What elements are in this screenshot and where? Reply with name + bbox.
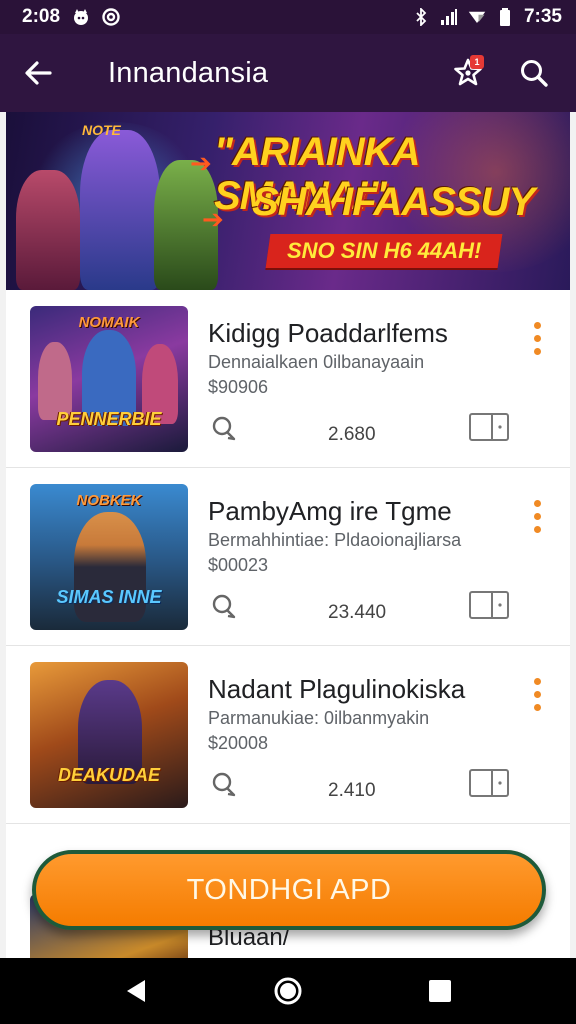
game-subtitle: Parmanukiae: 0ilbanmyakin <box>208 708 430 728</box>
app-title: Innandansia <box>108 56 269 89</box>
comment-icon[interactable] <box>210 592 238 620</box>
game-list: NOMAIK PENNERBIE Kidigg Poaddarlfems Den… <box>6 290 570 824</box>
status-time-left: 2:08 <box>22 6 61 27</box>
nav-home-button[interactable] <box>264 967 312 1015</box>
install-app-button-label: TONDHGI APD <box>186 873 392 906</box>
home-circle-icon <box>274 977 302 1005</box>
device-icon[interactable] <box>468 766 512 798</box>
list-item[interactable]: NOMAIK PENNERBIE Kidigg Poaddarlfems Den… <box>6 290 570 468</box>
more-menu-icon[interactable] <box>520 320 554 360</box>
comment-icon[interactable] <box>210 414 238 442</box>
back-arrow-icon <box>25 61 52 85</box>
recents-square-icon <box>429 980 451 1002</box>
game-thumbnail: NOBKEK SIMAS INNE <box>30 484 188 630</box>
back-triangle-icon <box>127 980 145 1002</box>
device-icon[interactable] <box>468 410 512 442</box>
device-icon[interactable] <box>468 588 512 620</box>
thumbnail-top-text: NOMAIK <box>78 314 140 331</box>
app-bar: Innandansia 1 <box>0 34 576 112</box>
thumbnail-logo-text: SIMAS INNE <box>56 587 162 607</box>
banner-ribbon-text: SNO SIN H6 44AH! <box>286 238 482 263</box>
notification-badge: 1 <box>470 55 484 69</box>
right-edge <box>570 112 576 958</box>
game-title: Nadant Plagulinokiska <box>208 674 466 704</box>
bluetooth-icon <box>412 8 430 26</box>
more-menu-icon[interactable] <box>520 498 554 538</box>
banner-hero-main <box>80 130 160 290</box>
banner-arrow-icon: ➔ <box>190 148 212 178</box>
comment-icon[interactable] <box>210 770 238 798</box>
back-button[interactable] <box>0 34 76 112</box>
nav-recents-button[interactable] <box>416 967 464 1015</box>
search-button[interactable] <box>512 51 556 95</box>
game-title: PambyAmg ire Tgme <box>208 496 452 526</box>
game-subtitle: Bermahhintiae: Pldaoionajliarsa <box>208 530 462 550</box>
thumbnail-logo-text: DEAKUDAE <box>57 765 160 785</box>
game-thumbnail: NOMAIK PENNERBIE <box>30 306 188 452</box>
system-nav-bar <box>0 958 576 1024</box>
status-bar: 2:08 7:35 <box>0 0 576 34</box>
thumbnail-top-text: NOBKEK <box>76 492 142 509</box>
game-count: 2.410 <box>328 780 376 801</box>
install-app-button[interactable]: TONDHGI APD <box>32 850 546 930</box>
signal-icon <box>440 8 458 26</box>
game-price: $20008 <box>208 733 269 753</box>
game-price: $90906 <box>208 377 269 397</box>
thumbnail-logo-text: PENNERBIE <box>56 409 162 429</box>
notifications-button[interactable]: 1 <box>446 51 490 95</box>
game-thumbnail: DEAKUDAE <box>30 662 188 808</box>
game-title: Kidigg Poaddarlfems <box>208 318 448 348</box>
list-item[interactable]: DEAKUDAE Nadant Plagulinokiska Parmanuki… <box>6 646 570 824</box>
search-icon <box>521 60 548 87</box>
banner-ribbon: SNO SIN H6 44AH! <box>265 234 503 268</box>
banner-headline-second: SHA IFAASSUY <box>252 180 535 224</box>
game-count: 2.680 <box>328 424 376 445</box>
battery-icon <box>496 8 514 26</box>
banner-small-text: NOTE <box>82 122 121 138</box>
list-item[interactable]: NOBKEK SIMAS INNE PambyAmg ire Tgme Berm… <box>6 468 570 646</box>
wifi-icon <box>468 8 486 26</box>
status-time-right: 7:35 <box>523 6 562 27</box>
cat-icon <box>72 8 90 26</box>
at-icon <box>102 8 120 26</box>
game-count: 23.440 <box>328 602 387 623</box>
nav-back-button[interactable] <box>112 967 160 1015</box>
more-menu-icon[interactable] <box>520 676 554 716</box>
game-price: $00023 <box>208 555 269 575</box>
game-subtitle: Dennaialkaen 0ilbanayaain <box>208 352 425 372</box>
banner-hero-left <box>16 170 80 290</box>
promo-banner[interactable]: NOTE ➔ ➔ "ARIAINKA SMANA!" SHA IFAASSUY … <box>6 112 570 290</box>
